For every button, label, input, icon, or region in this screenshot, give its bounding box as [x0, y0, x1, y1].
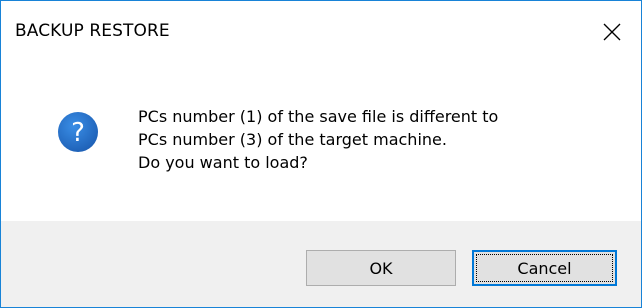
close-icon — [603, 23, 621, 41]
ok-button-label: OK — [369, 258, 393, 278]
question-icon: ? — [57, 111, 99, 153]
message-line: PCs number (1) of the save file is diffe… — [138, 107, 499, 126]
close-button[interactable] — [583, 1, 641, 63]
svg-text:?: ? — [71, 118, 85, 148]
message-text: PCs number (1) of the save file is diffe… — [138, 105, 498, 174]
window-title: BACKUP RESTORE — [15, 21, 170, 41]
cancel-button[interactable]: Cancel — [472, 250, 617, 286]
dialog-window: BACKUP RESTORE ? PCs number (1) of the s… — [0, 0, 642, 308]
button-bar: OK Cancel — [1, 221, 641, 307]
focus-ring — [476, 254, 613, 282]
message-line: Do you want to load? — [138, 153, 308, 172]
message-area: ? PCs number (1) of the save file is dif… — [1, 63, 641, 221]
title-bar[interactable]: BACKUP RESTORE — [1, 1, 641, 63]
message-line: PCs number (3) of the target machine. — [138, 130, 447, 149]
ok-button[interactable]: OK — [306, 250, 456, 286]
